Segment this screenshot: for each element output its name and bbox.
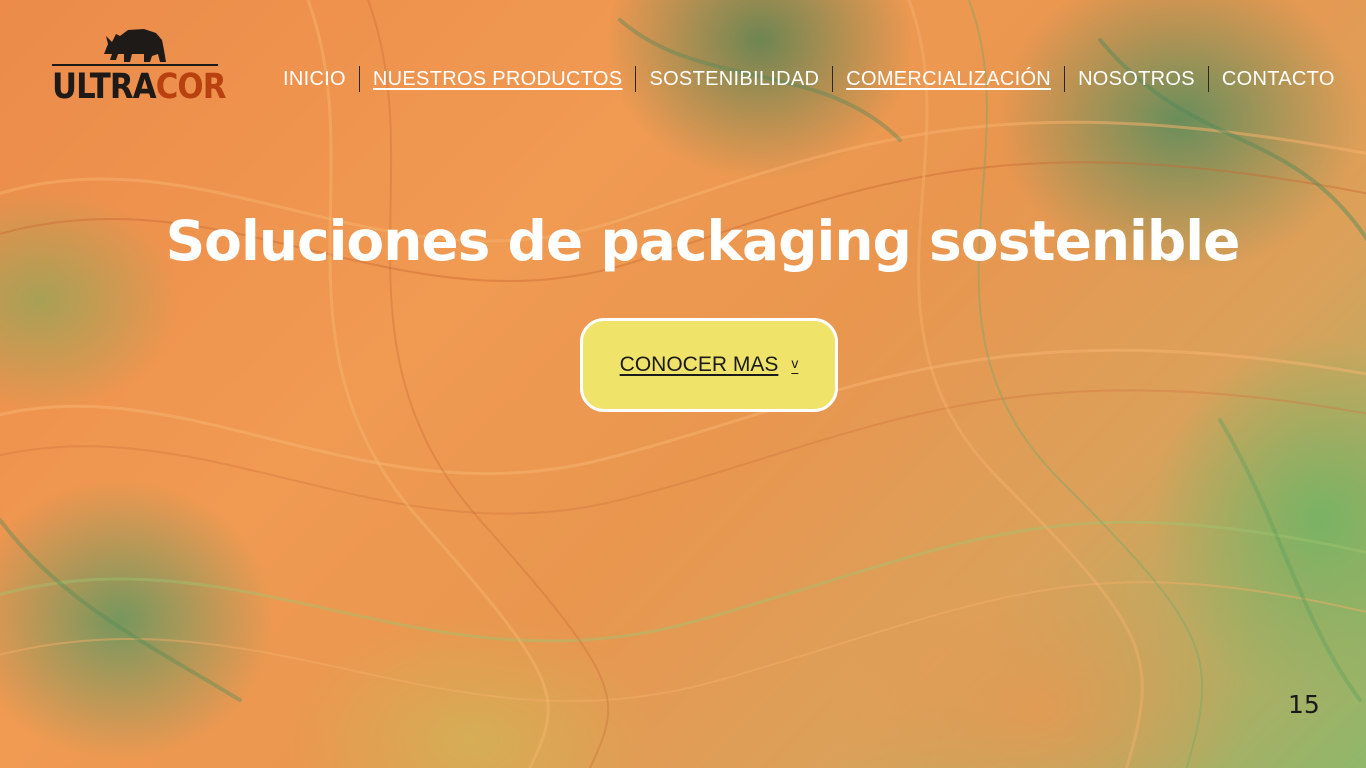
hero-title: Soluciones de packaging sostenible bbox=[165, 209, 1241, 273]
nav-item-sostenibilidad[interactable]: SOSTENIBILIDAD bbox=[636, 68, 832, 91]
nav-item-nosotros[interactable]: NOSOTROS bbox=[1065, 68, 1208, 91]
chevron-down-icon: v bbox=[791, 355, 799, 371]
page-counter: 15 bbox=[1288, 690, 1320, 719]
logo-text-dark: ULTRA bbox=[52, 67, 157, 107]
nav-item-comercializacion[interactable]: COMERCIALIZACIÓN bbox=[833, 68, 1064, 91]
ultracor-logo[interactable]: ULTRACOR bbox=[52, 24, 226, 110]
main-nav: INICIO NUESTROS PRODUCTOS SOSTENIBILIDAD… bbox=[270, 64, 1348, 94]
nav-item-inicio[interactable]: INICIO bbox=[270, 68, 359, 91]
logo-wordmark: ULTRACOR bbox=[52, 67, 226, 107]
logo-text-accent: COR bbox=[155, 67, 227, 107]
nav-item-contacto[interactable]: CONTACTO bbox=[1209, 68, 1348, 91]
nav-item-nuestros-productos[interactable]: NUESTROS PRODUCTOS bbox=[360, 68, 636, 91]
rhino-icon bbox=[104, 29, 166, 62]
logo-divider bbox=[52, 64, 218, 66]
cta-label: CONOCER MAS bbox=[619, 353, 779, 376]
conocer-mas-button[interactable]: CONOCER MAS v bbox=[580, 318, 838, 412]
